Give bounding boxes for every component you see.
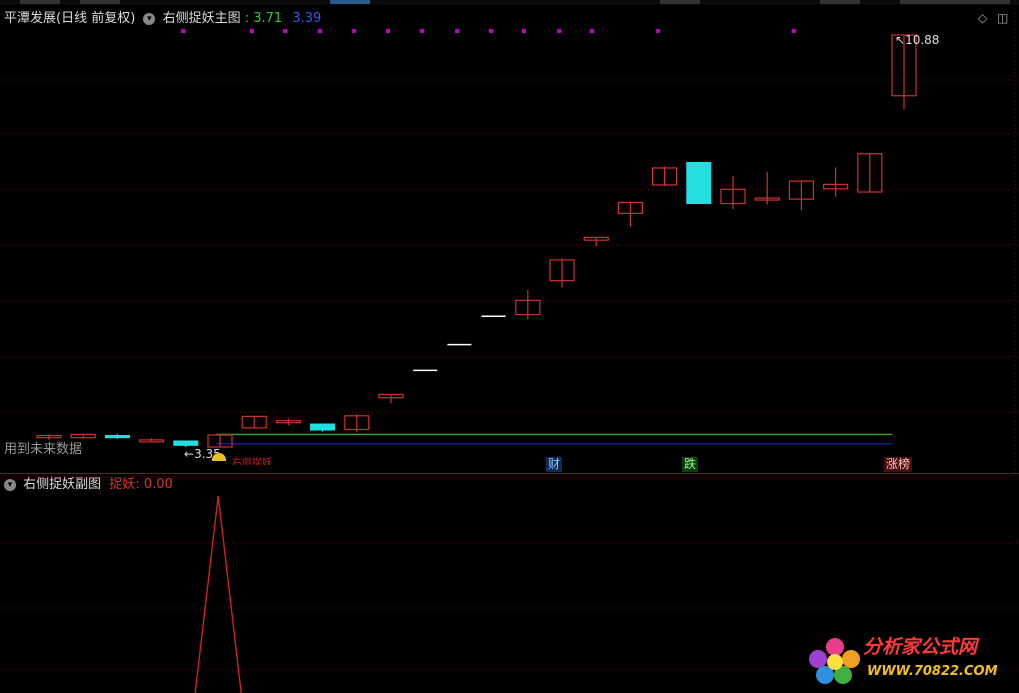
signal-dot (557, 29, 561, 33)
sub-indicator-menu-icon[interactable]: ▾ (4, 478, 16, 491)
main-header: 平潭发展(日线 前复权) ▾ 右侧捉妖主图 : 3.71 3.39 (4, 11, 321, 27)
watermark-logo: 分析家公式网 WWW.70822.COM (805, 635, 1005, 685)
sub-series-line (194, 495, 242, 693)
main-indicator-value-2: 3.39 (292, 11, 322, 26)
tag-cai[interactable]: 财 (546, 457, 563, 472)
candle-body (686, 161, 712, 205)
candle (549, 258, 575, 288)
signal-dot (590, 29, 594, 33)
candle-body (173, 440, 199, 446)
signal-dot (792, 29, 796, 33)
signal-dot (283, 29, 287, 33)
tag-die[interactable]: 跌 (682, 457, 699, 472)
overlay-text: 右侧捉妖 (232, 458, 272, 465)
candle (241, 415, 267, 429)
signal-dot (522, 29, 526, 33)
panel-toggle-icon[interactable]: ◫ (997, 11, 1008, 25)
signal-dot (455, 29, 459, 33)
main-indicator-name[interactable]: 右侧捉妖主图 (163, 11, 241, 26)
candle (310, 423, 336, 432)
indicator-menu-icon[interactable]: ▾ (143, 12, 156, 25)
arrow-left-icon: ↖ (895, 33, 906, 47)
candle (788, 180, 815, 211)
candle (70, 433, 96, 439)
candle-body (310, 423, 336, 431)
high-price-value: 10.88 (905, 33, 940, 47)
candle (344, 414, 370, 433)
tag-zhangbang[interactable]: 涨榜 (884, 457, 913, 472)
candle (104, 433, 130, 439)
future-data-note: 用到未来数据 (4, 442, 83, 457)
candle (36, 434, 62, 440)
candle (139, 438, 165, 443)
candle (720, 176, 746, 209)
candle (515, 289, 541, 320)
candle (378, 393, 404, 404)
diamond-icon[interactable]: ◇ (978, 11, 987, 25)
candle (822, 167, 849, 197)
candle (275, 418, 301, 426)
sub-header: ▾ 右侧捉妖副图 捉妖: 0.00 (4, 477, 173, 493)
sub-series-value: : 0.00 (135, 477, 173, 492)
main-chart-canvas[interactable] (0, 0, 1019, 473)
candle (686, 161, 712, 205)
sub-series-label: 捉妖 (109, 477, 136, 492)
signal-dot (250, 29, 254, 33)
signal-dot (352, 29, 356, 33)
high-price-label: ↖10.88 (895, 32, 939, 48)
candle-body (104, 435, 130, 439)
watermark-url: WWW.70822.COM (867, 664, 998, 679)
candle (651, 166, 678, 187)
stock-title: 平潭发展(日线 前复权) (4, 11, 136, 26)
watermark-name: 分析家公式网 (863, 636, 978, 658)
arrow-left-icon: ← (184, 447, 195, 461)
main-chart-panel[interactable]: 平潭发展(日线 前复权) ▾ 右侧捉妖主图 : 3.71 3.39 ◇ ◫ ↖1… (0, 0, 1019, 473)
signal-dot (318, 29, 322, 33)
main-indicator-value-1: : 3.71 (244, 11, 283, 26)
candle (617, 201, 644, 227)
signal-dot (181, 29, 185, 33)
sub-indicator-name[interactable]: 右侧捉妖副图 (23, 477, 101, 492)
sun-marker-icon (212, 453, 226, 461)
signal-dot (386, 29, 390, 33)
signal-dot (420, 29, 424, 33)
candle (857, 153, 883, 193)
candle (754, 171, 780, 205)
flower-logo-icon (809, 638, 860, 684)
signal-dot (489, 29, 493, 33)
signal-dot (656, 29, 660, 33)
